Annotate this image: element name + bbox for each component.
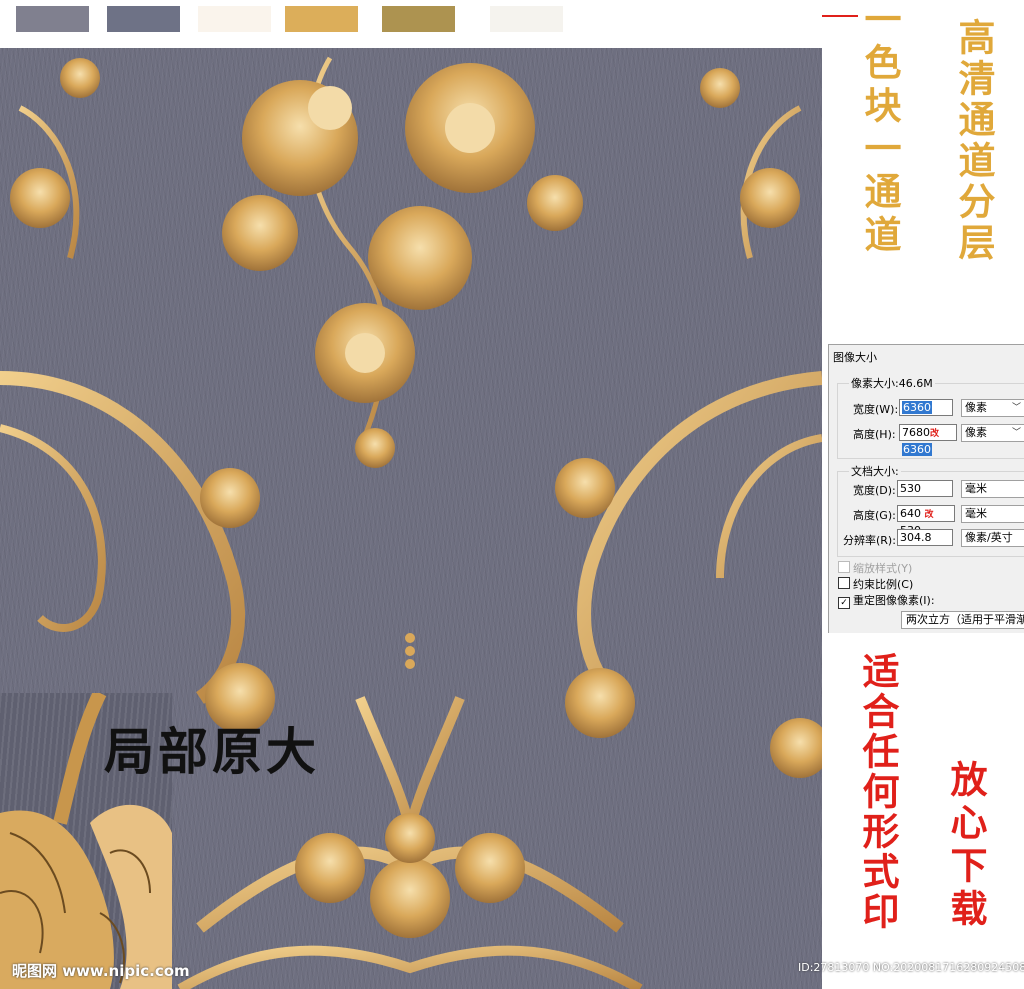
resolution-label: 分辨率(R): (843, 534, 896, 547)
height-old-value: 7680 (902, 426, 930, 439)
color-swatch-5 (382, 6, 455, 32)
doc-width-value: 530 (900, 482, 921, 495)
doc-width-input[interactable]: 530 (897, 480, 953, 497)
height-edit-mark: 改 (930, 429, 940, 439)
constrain-proportions-checkbox[interactable]: 约束比例(C) (838, 576, 913, 592)
width-label: 宽度(W): (853, 403, 899, 416)
width-value: 6360 (902, 401, 932, 414)
resample-label: 重定图像像素(I): (853, 594, 935, 607)
pixel-size-label: 像素大小:46.6M (849, 375, 935, 391)
resolution-unit-select[interactable]: 像素/英寸 (961, 529, 1024, 547)
doc-height-unit-select[interactable]: 毫米 (961, 505, 1024, 523)
image-size-dialog: 图像大小 像素大小:46.6M 宽度(W): 6360 像素 ﹀ 高度(H): 7… (828, 344, 1024, 633)
doc-height-edit-mark: 改 (924, 510, 934, 520)
color-swatch-3 (198, 6, 271, 32)
color-swatch-1 (16, 6, 89, 32)
site-watermark: 昵图网 www.nipic.com (12, 962, 190, 980)
left-scroll (0, 58, 275, 733)
width-unit: 像素 (965, 401, 987, 414)
chevron-down-icon: ﹀ (1011, 428, 1021, 438)
doc-height-label: 高度(G): (853, 509, 896, 522)
checkmark-icon: ✓ (838, 597, 850, 609)
side-text-4: 放心下载 (944, 760, 988, 932)
height-input[interactable]: 7680改 6360 (899, 424, 957, 456)
doc-width-unit: 毫米 (965, 482, 987, 495)
width-unit-select[interactable]: 像素 ﹀ (961, 399, 1024, 417)
color-swatch-4 (285, 6, 358, 32)
constrain-label: 约束比例(C) (853, 578, 914, 591)
resample-method: 两次立方（适用于平滑渐变 (906, 613, 1024, 626)
height-label: 高度(H): (853, 428, 896, 441)
scale-styles-label: 缩放样式(Y) (853, 562, 913, 575)
doc-height-input[interactable]: 640 改 530 (897, 505, 955, 537)
checkbox-icon (838, 561, 850, 573)
dialog-title: 图像大小 (833, 351, 877, 364)
checkbox-icon (838, 577, 850, 589)
doc-height-old: 640 (900, 507, 921, 520)
doc-width-label: 宽度(D): (853, 484, 896, 497)
side-text-1: 一色块一通道 (858, 0, 902, 258)
top-bouquet (222, 56, 583, 468)
red-dash (822, 15, 858, 17)
chevron-down-icon: ﹀ (1011, 403, 1021, 413)
height-unit-select[interactable]: 像素 ﹀ (961, 424, 1024, 442)
width-input[interactable]: 6360 (899, 399, 953, 416)
resample-checkbox[interactable]: ✓ 重定图像像素(I): (838, 592, 935, 609)
resolution-unit: 像素/英寸 (965, 531, 1013, 544)
resample-method-select[interactable]: 两次立方（适用于平滑渐变 (901, 611, 1024, 629)
doc-height-unit: 毫米 (965, 507, 987, 520)
id-watermark: ID:27813070 NO:20200817162809245082 (798, 961, 1024, 974)
resolution-value: 304.8 (900, 531, 932, 544)
height-unit: 像素 (965, 426, 987, 439)
document-size-label: 文档大小: (849, 463, 901, 479)
right-scroll (555, 68, 822, 778)
inset-title: 局部原大 (104, 722, 320, 781)
color-swatch-2 (107, 6, 180, 32)
resolution-input[interactable]: 304.8 (897, 529, 953, 546)
doc-width-unit-select[interactable]: 毫米 (961, 480, 1024, 498)
side-text-2: 高清通道分层 (952, 18, 996, 264)
height-new-value: 6360 (902, 443, 932, 456)
scale-styles-checkbox[interactable]: 缩放样式(Y) (838, 560, 912, 576)
side-text-3: 适合任何形式印 (856, 652, 900, 932)
color-swatch-6 (490, 6, 563, 32)
